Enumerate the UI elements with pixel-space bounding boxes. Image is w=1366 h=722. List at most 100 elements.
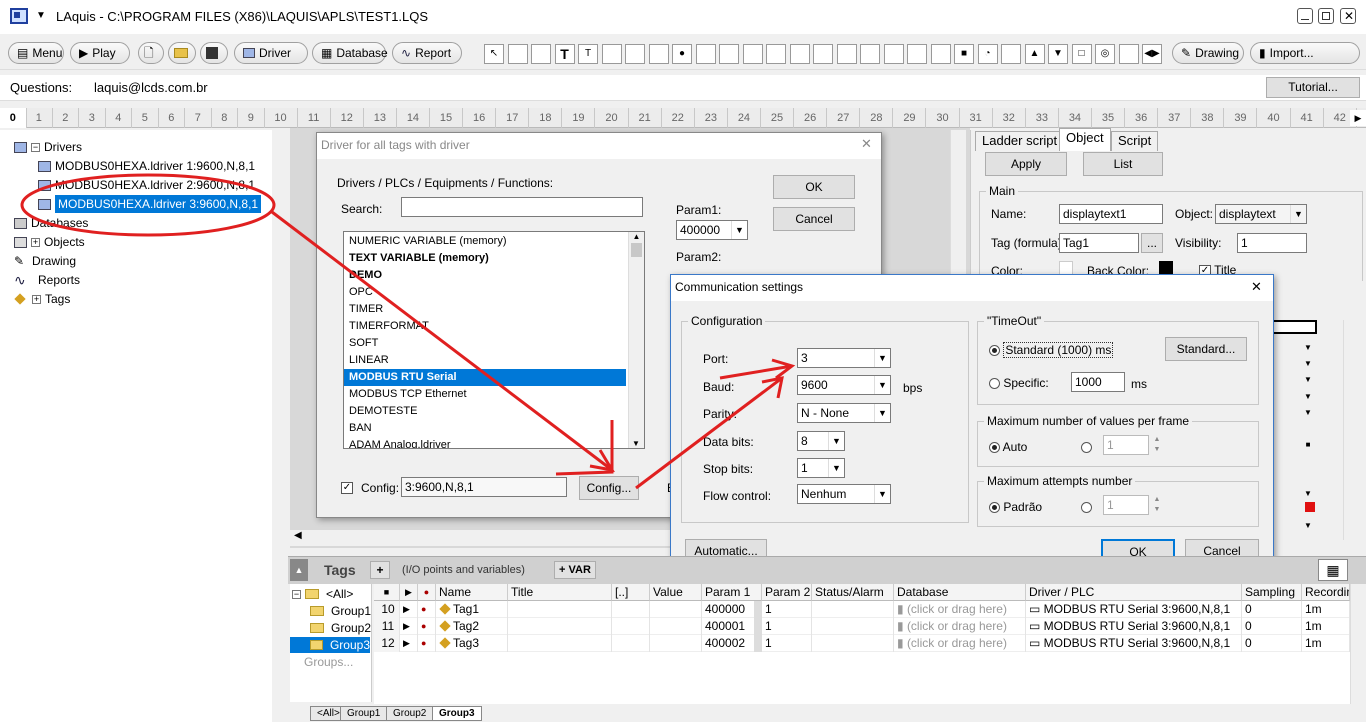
- object-select[interactable]: displaytext ▼: [1215, 204, 1307, 224]
- tank-tool-icon[interactable]: [1001, 44, 1021, 64]
- driver-list-item[interactable]: OPC: [344, 284, 626, 301]
- column-header[interactable]: Recording: [1302, 584, 1350, 601]
- app-icon[interactable]: [10, 8, 28, 24]
- sampling-cell[interactable]: 0: [1242, 635, 1302, 652]
- backcolor-swatch[interactable]: [1159, 261, 1173, 275]
- tree-driver-item-selected[interactable]: MODBUS0HEXA.ldriver 3:9600,N,8,1: [38, 195, 261, 213]
- group-tab[interactable]: Group2: [386, 706, 434, 721]
- param2-cell[interactable]: 1: [762, 618, 812, 635]
- tutorial-button[interactable]: Tutorial...: [1266, 77, 1360, 98]
- driver-list-item[interactable]: DEMOTESTE: [344, 403, 626, 420]
- alarm-tool-icon[interactable]: [742, 44, 763, 64]
- row-number[interactable]: 10: [374, 601, 400, 618]
- valve-tool-icon[interactable]: [813, 44, 833, 64]
- driver-list-item[interactable]: SOFT: [344, 335, 626, 352]
- bottle-tool-icon[interactable]: [907, 44, 927, 64]
- led-tool-icon[interactable]: ●: [672, 44, 692, 64]
- collapse-icon[interactable]: −: [292, 589, 301, 599]
- driver-list-item[interactable]: TIMERFORMAT: [344, 318, 626, 335]
- tag-name-cell[interactable]: Tag2: [436, 618, 508, 635]
- tag-formula-field[interactable]: Tag1: [1059, 233, 1139, 253]
- param1-cell[interactable]: 400000: [702, 601, 762, 618]
- dial-tool-icon[interactable]: ◎: [1095, 44, 1115, 64]
- record-icon[interactable]: ●: [418, 635, 436, 652]
- chevron-down-icon[interactable]: ▼: [36, 10, 46, 21]
- red-color-swatch[interactable]: [1305, 502, 1315, 512]
- tree-databases[interactable]: Databases: [14, 214, 88, 232]
- recording-cell[interactable]: 1m: [1302, 618, 1350, 635]
- drivers-list[interactable]: NUMERIC VARIABLE (memory) TEXT VARIABLE (…: [343, 231, 645, 449]
- arrows-tool-icon[interactable]: ◀▶: [1142, 44, 1162, 64]
- driver-cell[interactable]: ▭ MODBUS RTU Serial 3:9600,N,8,1: [1026, 635, 1242, 652]
- save-button[interactable]: [200, 42, 228, 64]
- param2-cell[interactable]: 1: [762, 601, 812, 618]
- status-cell[interactable]: [812, 601, 894, 618]
- driver-cancel-button[interactable]: Cancel: [773, 207, 855, 231]
- column-header[interactable]: Param 1: [702, 584, 762, 601]
- port-select[interactable]: 3 ▼: [797, 348, 891, 368]
- group-tab[interactable]: Group1: [340, 706, 388, 721]
- tab-object[interactable]: Object: [1059, 128, 1111, 151]
- column-header[interactable]: Status/Alarm: [812, 584, 894, 601]
- max-values-radio[interactable]: [1081, 440, 1092, 454]
- driver-button[interactable]: Driver: [234, 42, 308, 64]
- driver-list-item[interactable]: DEMO: [344, 267, 626, 284]
- report-button[interactable]: ∿ Report: [392, 42, 462, 64]
- play-icon[interactable]: ▶: [400, 584, 418, 601]
- config-field[interactable]: 3:9600,N,8,1: [401, 477, 567, 497]
- driver-list-item[interactable]: MODBUS RTU Serial: [344, 369, 626, 386]
- group-item-selected[interactable]: Group3: [290, 637, 370, 653]
- column-header[interactable]: Param 2: [762, 584, 812, 601]
- driver-list-item[interactable]: MODBUS TCP Ethernet: [344, 386, 626, 403]
- collapse-panel-icon[interactable]: ▲: [290, 559, 308, 581]
- record-icon[interactable]: ●: [418, 618, 436, 635]
- standard-button[interactable]: Standard...: [1165, 337, 1247, 361]
- lamp-tool-icon[interactable]: [836, 44, 857, 64]
- add-var-button[interactable]: + VAR: [554, 561, 596, 579]
- support-email[interactable]: laquis@lcds.com.br: [94, 80, 208, 95]
- title-cell[interactable]: [508, 635, 612, 652]
- group-item[interactable]: Group1: [310, 603, 371, 619]
- sampling-cell[interactable]: 0: [1242, 601, 1302, 618]
- bar-tool-icon[interactable]: [789, 44, 810, 64]
- database-button[interactable]: ▦ Database: [312, 42, 388, 64]
- group-tab-active[interactable]: Group3: [432, 706, 482, 721]
- grid-scrollbar[interactable]: [1350, 584, 1366, 704]
- close-icon[interactable]: ✕: [1340, 8, 1356, 24]
- properties-scrollbar[interactable]: [1343, 320, 1359, 540]
- group-item[interactable]: Group2: [310, 620, 371, 636]
- chart-tool-icon[interactable]: [883, 44, 904, 64]
- driver-cell[interactable]: ▭ MODBUS RTU Serial 3:9600,N,8,1: [1026, 601, 1242, 618]
- padrao-radio[interactable]: Padrão: [989, 500, 1042, 514]
- chevron-left-icon[interactable]: ◀: [294, 530, 302, 541]
- auto-radio[interactable]: Auto: [989, 440, 1027, 454]
- tree-reports[interactable]: ∿ Reports: [14, 271, 80, 289]
- value-cell[interactable]: [650, 618, 702, 635]
- chevron-up-icon[interactable]: ▲: [629, 232, 644, 241]
- max-values-field[interactable]: 1: [1103, 435, 1149, 455]
- row-number[interactable]: 11: [374, 618, 400, 635]
- tag-name-cell[interactable]: Tag3: [436, 635, 508, 652]
- button-tool-icon[interactable]: [601, 44, 622, 64]
- list-button[interactable]: List: [1083, 152, 1163, 176]
- record-icon[interactable]: ●: [418, 601, 436, 618]
- tree-driver-item[interactable]: MODBUS0HEXA.ldriver 1:9600,N,8,1: [38, 157, 255, 175]
- display-tool-icon[interactable]: [531, 44, 551, 64]
- driver-list-item[interactable]: ADAM Analog.ldriver: [344, 437, 626, 448]
- max-values-spinner[interactable]: ▲ ▼: [1151, 435, 1163, 455]
- drivers-list-scrollbar[interactable]: ▲ ▼: [628, 232, 644, 448]
- maximize-icon[interactable]: [1318, 8, 1334, 24]
- graph-tool-icon[interactable]: [625, 44, 645, 64]
- specific-timeout-radio[interactable]: Specific:: [989, 376, 1049, 390]
- column-header[interactable]: Title: [508, 584, 612, 601]
- param1-cell[interactable]: 400001: [702, 618, 762, 635]
- column-header[interactable]: [..]: [612, 584, 650, 601]
- chevron-right-icon[interactable]: ▶: [1350, 110, 1366, 126]
- title-cell[interactable]: [508, 601, 612, 618]
- row-number[interactable]: 12: [374, 635, 400, 652]
- tree-tags[interactable]: + Tags: [14, 290, 70, 308]
- max-attempts-field[interactable]: 1: [1103, 495, 1149, 515]
- column-header[interactable]: Value: [650, 584, 702, 601]
- database-cell[interactable]: ▮ (click or drag here): [894, 618, 1026, 635]
- search-input[interactable]: [401, 197, 643, 217]
